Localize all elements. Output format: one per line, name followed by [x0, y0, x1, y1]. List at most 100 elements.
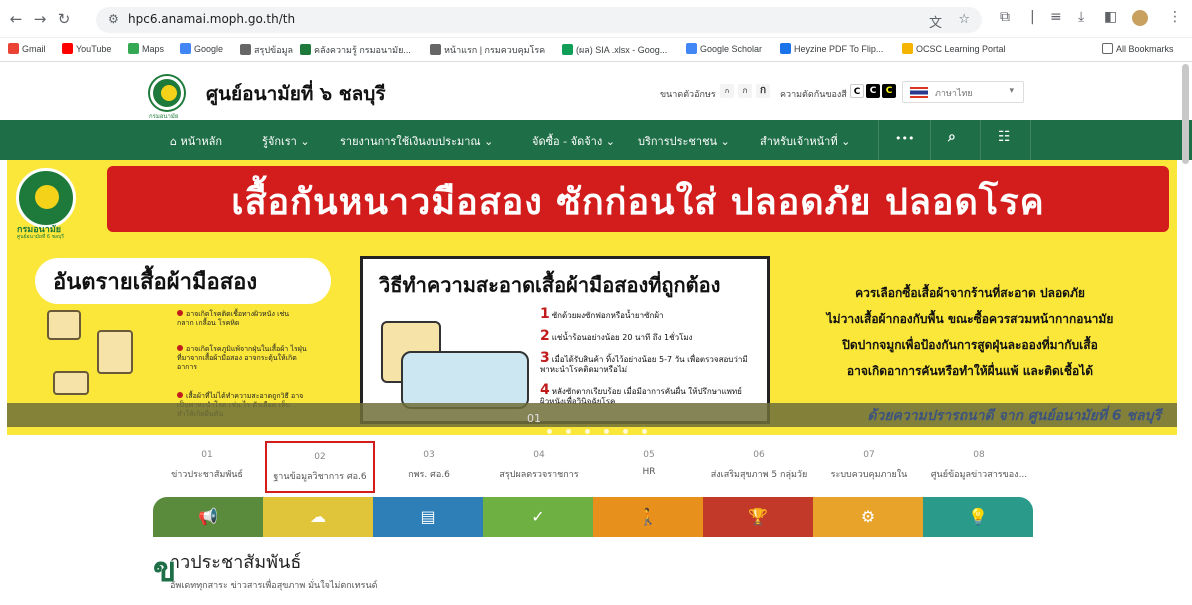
- font-size-medium-button[interactable]: ก: [738, 84, 752, 98]
- nav-divider: [1030, 120, 1031, 160]
- nav-public-service[interactable]: บริการประชาชน ⌄: [638, 132, 730, 150]
- bookmark-youtube[interactable]: YouTube: [62, 43, 111, 54]
- tab-number: 04: [533, 450, 545, 460]
- laundry-basket-illustration: [381, 311, 531, 411]
- step-number: 3: [540, 350, 550, 366]
- hero-banner[interactable]: กรมอนามัย ศูนย์อนามัยที่ 6 ชลบุรี เสื้อก…: [7, 160, 1177, 435]
- bookmark-label: OCSC Learning Portal: [916, 44, 1006, 54]
- tab-kpr[interactable]: 03 กพร. ศอ.6: [374, 441, 484, 493]
- tab-label: ส่งเสริมสุขภาพ 5 กลุ่มวัย: [710, 470, 808, 480]
- tab-number: 08: [973, 450, 985, 460]
- logo-emblem: [35, 185, 59, 209]
- bookmark-ocsc[interactable]: OCSC Learning Portal: [902, 43, 1006, 54]
- bookmark-label: Google Scholar: [700, 44, 763, 54]
- tab-news[interactable]: 01 ข่าวประชาสัมพันธ์: [152, 441, 262, 493]
- tab-health-promotion[interactable]: 06 ส่งเสริมสุขภาพ 5 กลุ่มวัย: [704, 441, 814, 493]
- contrast-normal-button[interactable]: C: [850, 84, 864, 98]
- news-section-subtitle: อัพเดททุกสาระ ข่าวสารเพื่อสุขภาพ มั่นใจไ…: [170, 581, 378, 591]
- nav-budget-report[interactable]: รายงานการใช้เงินงบประมาณ ⌄: [340, 132, 493, 150]
- carousel-dot[interactable]: [623, 429, 628, 434]
- sitemap-icon[interactable]: ☷: [998, 129, 1011, 145]
- bookmark-heyzine[interactable]: Heyzine PDF To Flip...: [780, 43, 883, 54]
- carousel-dot[interactable]: [547, 429, 552, 434]
- carousel-dot[interactable]: [585, 429, 590, 434]
- site-info-icon[interactable]: ⚙: [108, 12, 119, 26]
- bookmark-gmail[interactable]: Gmail: [8, 43, 46, 54]
- carousel-dot[interactable]: [566, 429, 571, 434]
- logo-emblem: [161, 85, 177, 101]
- site-header: กรมอนามัย ศูนย์อนามัยที่ ๖ ชลบุรี ขนาดตั…: [0, 62, 1192, 120]
- bookmark-label: คลังความรู้ กรมอนามัย...: [314, 45, 411, 55]
- nav-more[interactable]: •••: [895, 132, 914, 145]
- address-bar[interactable]: ⚙ hpc6.anamai.moph.go.th/th 文 ☆: [96, 7, 982, 33]
- back-arrow-icon[interactable]: ←: [6, 9, 26, 29]
- carousel-dot[interactable]: [642, 429, 647, 434]
- contrast-yellow-button[interactable]: C: [882, 84, 896, 98]
- tab-number: 03: [423, 450, 435, 460]
- tab-label: กพร. ศอ.6: [408, 470, 450, 480]
- person-icon[interactable]: 🚶: [593, 497, 703, 537]
- step-text: เมื่อได้รับสินค้า ทิ้งไว้อย่างน้อย 5-7 ว…: [540, 355, 748, 374]
- page-scrollbar[interactable]: [1182, 64, 1189, 164]
- bullet-dot: [177, 310, 183, 316]
- more-menu-icon[interactable]: ⋮: [1168, 9, 1182, 25]
- translate-icon[interactable]: 文: [929, 12, 942, 31]
- sidepanel-icon[interactable]: ◧: [1104, 9, 1117, 25]
- browser-toolbar: ← → ↻ ⚙ hpc6.anamai.moph.go.th/th 文 ☆ ⧉ …: [0, 0, 1192, 38]
- tab-internal-control[interactable]: 07 ระบบควบคุมภายใน: [814, 441, 924, 493]
- contrast-dark-button[interactable]: C: [866, 84, 880, 98]
- step-text: ซักด้วยผงซักฟอกหรือน้ำยาซักผ้า: [551, 311, 664, 320]
- bookmark-knowledge[interactable]: คลังความรู้ กรมอนามัย...: [300, 43, 411, 57]
- nav-staff[interactable]: สำหรับเจ้าหน้าที่ ⌄: [760, 132, 850, 150]
- bookmark-star-icon[interactable]: ☆: [958, 12, 970, 27]
- carousel-dots: [547, 419, 661, 435]
- banner-logo: [16, 168, 76, 228]
- slide-number: 01: [527, 412, 541, 425]
- carousel-dot[interactable]: [604, 429, 609, 434]
- font-size-large-button[interactable]: ก: [756, 84, 770, 98]
- reading-list-icon[interactable]: ≡: [1050, 9, 1062, 25]
- gear-icon[interactable]: ⚙: [813, 497, 923, 537]
- nav-home[interactable]: ⌂ หน้าหลัก: [170, 132, 222, 150]
- bookmark-sia[interactable]: (ผล) SIA .xlsx - Goog...: [562, 43, 667, 57]
- nav-procurement[interactable]: จัดซื้อ - จัดจ้าง ⌄: [532, 132, 615, 150]
- cleaning-step-3: 3 เมื่อได้รับสินค้า ทิ้งไว้อย่างน้อย 5-7 …: [540, 350, 765, 375]
- tab-inspection-summary[interactable]: 04 สรุปผลตรวจราชการ: [484, 441, 594, 493]
- cloud-download-icon[interactable]: ☁: [263, 497, 373, 537]
- news-section-title: าวประชาสัมพันธ์: [170, 552, 302, 573]
- tab-academic-database[interactable]: 02 ฐานข้อมูลวิชาการ ศอ.6: [265, 441, 375, 493]
- bookmark-summary[interactable]: สรุปข้อมูล: [240, 43, 293, 57]
- tab-label: ฐานข้อมูลวิชาการ ศอ.6: [273, 472, 367, 482]
- bullet-dot: [177, 345, 183, 351]
- department-logo[interactable]: [150, 76, 184, 110]
- cleaning-title: วิธีทำความสะอาดเสื้อผ้ามือสองที่ถูกต้อง: [379, 273, 721, 297]
- bookmark-maps[interactable]: Maps: [128, 43, 164, 54]
- tab-hr[interactable]: 05 HR: [594, 441, 704, 493]
- profile-avatar[interactable]: [1132, 10, 1148, 26]
- contrast-label: ความตัดกันของสี: [780, 90, 847, 100]
- url-text[interactable]: hpc6.anamai.moph.go.th/th: [128, 12, 295, 26]
- forward-arrow-icon[interactable]: →: [30, 9, 50, 29]
- nav-about[interactable]: รู้จักเรา ⌄: [262, 132, 310, 150]
- bookmark-google[interactable]: Google: [180, 43, 223, 54]
- advice-line-4: อาจเกิดอาการคันหรือทำให้ผื่นแพ้ และติดเช…: [846, 364, 1094, 378]
- hoodie-icon: [97, 330, 133, 374]
- language-select[interactable]: ภาษาไทย ▾: [902, 81, 1024, 103]
- tab-info-center[interactable]: 08 ศูนย์ข้อมูลข่าวสารของ...: [924, 441, 1034, 493]
- bookmark-ddc[interactable]: หน้าแรก | กรมควบคุมโรค: [430, 43, 545, 57]
- all-bookmarks[interactable]: All Bookmarks: [1102, 43, 1174, 54]
- tab-label: ระบบควบคุมภายใน: [830, 470, 908, 480]
- lightbulb-icon[interactable]: 💡: [923, 497, 1033, 537]
- extensions-icon[interactable]: ⧉: [1000, 9, 1010, 25]
- reload-icon[interactable]: ↻: [54, 9, 74, 29]
- bookmark-scholar[interactable]: Google Scholar: [686, 43, 762, 54]
- download-icon[interactable]: ⤓: [1078, 9, 1084, 25]
- search-icon[interactable]: ⌕: [948, 129, 956, 145]
- font-size-small-button[interactable]: ก: [720, 84, 734, 98]
- site-title[interactable]: ศูนย์อนามัยที่ ๖ ชลบุรี: [206, 79, 386, 109]
- award-icon[interactable]: 🏆: [703, 497, 813, 537]
- bookmark-label: (ผล) SIA .xlsx - Goog...: [576, 45, 668, 55]
- clipboard-check-icon[interactable]: ✓: [483, 497, 593, 537]
- document-icon[interactable]: ▤: [373, 497, 483, 537]
- megaphone-icon[interactable]: 📢: [153, 497, 263, 537]
